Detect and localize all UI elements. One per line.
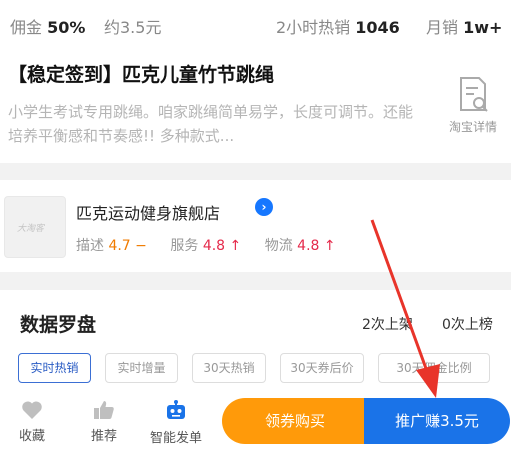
data-compass-title: 数据罗盘 <box>20 314 97 336</box>
shop-verified-icon[interactable]: › <box>255 198 273 216</box>
rating-value: 4.7 <box>108 238 131 254</box>
hot-sales-label: 2小时热销 <box>276 18 351 37</box>
taobao-detail-link[interactable]: 淘宝详情 <box>438 76 508 135</box>
listing-count: 2次上架 <box>362 317 413 333</box>
tab-30day-commission[interactable]: 30天佣金比例 <box>378 353 490 383</box>
ranking-count: 0次上榜 <box>442 317 493 333</box>
smart-post-label: 智能发单 <box>149 431 202 446</box>
product-title: 【稳定签到】匹克儿童竹节跳绳 <box>8 64 275 86</box>
product-card: 佣金 50% 约3.5元 2小时热销 1046 月销 1w+ 【稳定签到】匹克儿… <box>0 0 511 163</box>
recommend-button[interactable]: 推荐 <box>86 400 122 444</box>
shop-card[interactable]: 大淘客 匹克运动健身旗舰店 描述 4.7 − 服务 4.8 ↑ 物流 4.8 ↑ <box>0 180 511 272</box>
coupon-buy-button[interactable]: 领券购买 <box>222 398 368 444</box>
tab-30day-hot[interactable]: 30天热销 <box>192 353 266 383</box>
trend-up-icon: ↑ <box>323 238 336 254</box>
shop-name: 匹克运动健身旗舰店 <box>76 204 221 223</box>
estimated-earning: 约3.5元 <box>104 18 162 37</box>
taobao-detail-label: 淘宝详情 <box>448 120 497 134</box>
smart-post-button[interactable]: 智能发单 <box>143 400 209 446</box>
shop-ratings: 描述 4.7 − 服务 4.8 ↑ 物流 4.8 ↑ <box>76 235 355 255</box>
bottom-action-bar: 收藏 推荐 智能发单 领券购买 推广赚3.5元 <box>0 392 511 450</box>
trend-flat-icon: − <box>135 238 147 254</box>
rating-logistics: 物流 4.8 ↑ <box>265 235 336 255</box>
commission-value: 50% <box>47 18 86 37</box>
thumbs-up-icon <box>94 401 114 419</box>
monthly-sales-stat: 月销 1w+ <box>426 14 502 38</box>
favorite-label: 收藏 <box>18 429 45 444</box>
rating-value: 4.8 <box>202 238 226 254</box>
product-description: 小学生考试专用跳绳。咱家跳绳简单易学，长度可调节。还能培养平衡感和节奏感!! 多… <box>8 103 414 145</box>
rating-label: 描述 <box>76 238 104 254</box>
tab-30day-coupon-price[interactable]: 30天券后价 <box>280 353 364 383</box>
rating-description: 描述 4.7 − <box>76 235 147 255</box>
tab-realtime-increment[interactable]: 实时增量 <box>105 353 178 383</box>
rating-label: 物流 <box>264 238 293 254</box>
hot-sales-stat: 2小时热销 1046 <box>276 14 400 38</box>
monthly-sales-label: 月销 <box>426 18 459 37</box>
favorite-button[interactable]: 收藏 <box>14 400 50 444</box>
trend-up-icon: ↑ <box>229 238 242 254</box>
shop-logo: 大淘客 <box>4 196 66 258</box>
rating-label: 服务 <box>170 238 199 254</box>
stats-row: 佣金 50% 约3.5元 2小时热销 1046 月销 1w+ <box>10 14 502 38</box>
commission-stat: 佣金 50% <box>10 14 85 38</box>
hot-sales-value: 1046 <box>355 18 400 37</box>
rating-service: 服务 4.8 ↑ <box>170 235 241 255</box>
commission-label: 佣金 <box>10 18 43 37</box>
robot-icon <box>167 400 185 419</box>
shop-logo-text: 大淘客 <box>17 224 45 234</box>
document-search-icon <box>460 77 488 112</box>
monthly-sales-value: 1w+ <box>463 18 503 37</box>
rating-value: 4.8 <box>297 238 320 254</box>
promote-earn-button[interactable]: 推广赚3.5元 <box>364 398 510 444</box>
recommend-label: 推荐 <box>90 429 117 444</box>
heart-icon <box>22 401 42 419</box>
tab-realtime-hot[interactable]: 实时热销 <box>18 353 91 383</box>
